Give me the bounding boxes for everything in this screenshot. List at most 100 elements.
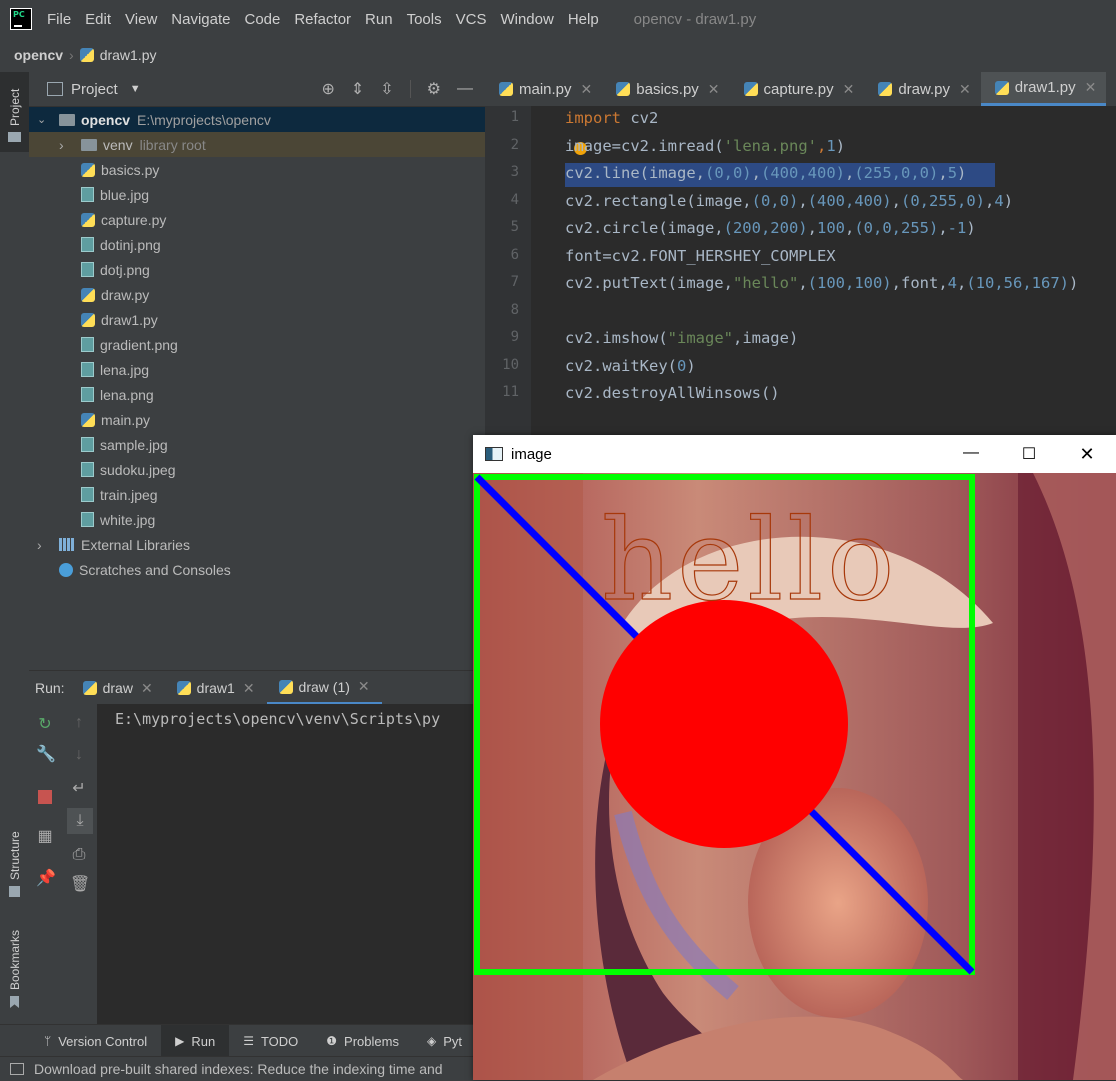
code-line: cv2.waitKey(0) bbox=[565, 357, 696, 375]
tree-file[interactable]: dotinj.png bbox=[29, 232, 485, 257]
tree-external-libraries[interactable]: › External Libraries bbox=[29, 532, 485, 557]
tree-file[interactable]: sample.jpg bbox=[29, 432, 485, 457]
chevron-right-icon[interactable]: › bbox=[59, 137, 73, 153]
minimize-icon[interactable]: — bbox=[457, 80, 473, 98]
run-console[interactable]: E:\myprojects\opencv\venv\Scripts\py bbox=[97, 704, 485, 1024]
menu-vcs[interactable]: VCS bbox=[456, 11, 487, 28]
menu-view[interactable]: View bbox=[125, 11, 157, 28]
maximize-window-icon[interactable]: ☐ bbox=[1000, 444, 1058, 465]
close-tab-icon[interactable]: ✕ bbox=[708, 81, 720, 98]
menu-edit[interactable]: Edit bbox=[85, 11, 111, 28]
tree-venv[interactable]: › venv library root bbox=[29, 132, 485, 157]
run-toolbar-right: ↑ ↓ ↵ ⤓ ⎙ 🗑 bbox=[61, 704, 98, 1024]
line-number: 10 bbox=[502, 356, 519, 373]
stop-icon[interactable] bbox=[38, 790, 52, 804]
tree-file[interactable]: sudoku.jpeg bbox=[29, 457, 485, 482]
code-token: cv2.waitKey( bbox=[565, 356, 677, 375]
code-token: (200,200) bbox=[723, 219, 808, 237]
tree-file[interactable]: basics.py bbox=[29, 157, 485, 182]
tool-window-button[interactable]: ᛘ Version Control bbox=[30, 1025, 161, 1057]
code-token: cv2.line(image, bbox=[565, 164, 705, 182]
code-token: , bbox=[845, 164, 855, 182]
chevron-right-icon[interactable]: › bbox=[37, 537, 51, 553]
tool-window-button[interactable]: ▶ Run bbox=[161, 1025, 230, 1057]
tree-root-opencv[interactable]: ⌄ opencv E:\myprojects\opencv bbox=[29, 107, 485, 132]
chevron-down-icon[interactable]: ⌄ bbox=[37, 113, 51, 126]
chevron-right-icon: › bbox=[69, 47, 74, 63]
menu-run[interactable]: Run bbox=[365, 11, 393, 28]
structure-icon bbox=[9, 886, 20, 897]
code-token: 'lena.png' bbox=[723, 136, 817, 155]
code-line: image=cv2.imread('lena.png',1) bbox=[565, 137, 845, 155]
menu-tools[interactable]: Tools bbox=[407, 11, 442, 28]
tool-window-button[interactable]: ☰ TODO bbox=[229, 1025, 312, 1057]
arrow-down-icon[interactable]: ↓ bbox=[70, 746, 88, 764]
minimize-window-icon[interactable]: — bbox=[942, 444, 1000, 465]
tree-file[interactable]: blue.jpg bbox=[29, 182, 485, 207]
tree-file[interactable]: main.py bbox=[29, 407, 485, 432]
trash-icon[interactable]: 🗑 bbox=[70, 876, 90, 894]
scroll-to-end-icon[interactable]: ⤓ bbox=[67, 808, 93, 834]
collapse-all-icon[interactable]: ⇳ bbox=[380, 79, 393, 99]
code-line: font=cv2.FONT_HERSHEY_COMPLEX bbox=[565, 247, 836, 265]
python-file-icon bbox=[79, 48, 94, 62]
tree-file[interactable]: draw.py bbox=[29, 282, 485, 307]
tree-file[interactable]: lena.jpg bbox=[29, 357, 485, 382]
arrow-up-icon[interactable]: ↑ bbox=[70, 714, 88, 732]
close-tab-icon[interactable]: ✕ bbox=[243, 680, 255, 697]
wrench-icon[interactable]: 🔧 bbox=[36, 746, 56, 764]
notification-icon[interactable] bbox=[10, 1063, 24, 1075]
close-tab-icon[interactable]: ✕ bbox=[1085, 79, 1097, 96]
menu-help[interactable]: Help bbox=[568, 11, 599, 28]
tree-file[interactable]: capture.py bbox=[29, 207, 485, 232]
tree-file[interactable]: train.jpeg bbox=[29, 482, 485, 507]
expand-all-icon[interactable]: ⇕ bbox=[351, 79, 364, 99]
pin-icon[interactable]: 📌 bbox=[36, 870, 56, 888]
editor-tab[interactable]: main.py ✕ bbox=[485, 72, 602, 106]
close-tab-icon[interactable]: ✕ bbox=[141, 680, 153, 697]
run-tab[interactable]: draw1 ✕ bbox=[165, 671, 267, 705]
tool-window-button[interactable]: ❶ Problems bbox=[312, 1025, 413, 1057]
tree-file[interactable]: lena.png bbox=[29, 382, 485, 407]
structure-stripe-label[interactable]: Structure bbox=[8, 831, 22, 880]
tree-file[interactable]: gradient.png bbox=[29, 332, 485, 357]
soft-wrap-icon[interactable]: ↵ bbox=[70, 780, 88, 798]
code-editor[interactable]: 1 2 3 4 5 6 7 8 9 10 11 import cv2 image=cv2.imread… bbox=[485, 106, 1116, 436]
editor-tab[interactable]: draw.py ✕ bbox=[864, 72, 980, 106]
rerun-icon[interactable]: ↻ bbox=[36, 716, 54, 734]
project-panel-title[interactable]: Project bbox=[71, 81, 118, 98]
close-tab-icon[interactable]: ✕ bbox=[581, 81, 593, 98]
tree-file[interactable]: draw1.py bbox=[29, 307, 485, 332]
editor-tab[interactable]: basics.py ✕ bbox=[602, 72, 729, 106]
menu-window[interactable]: Window bbox=[500, 11, 553, 28]
status-message[interactable]: Download pre-built shared indexes: Reduc… bbox=[34, 1061, 443, 1077]
close-tab-icon[interactable]: ✕ bbox=[843, 81, 855, 98]
menu-file[interactable]: File bbox=[47, 11, 71, 28]
menu-code[interactable]: Code bbox=[244, 11, 280, 28]
breadcrumb-project[interactable]: opencv bbox=[14, 47, 63, 63]
layout-icon[interactable]: ▦ bbox=[36, 828, 54, 846]
tree-file[interactable]: white.jpg bbox=[29, 507, 485, 532]
project-stripe-button[interactable]: Project bbox=[0, 72, 29, 152]
run-tab[interactable]: draw (1) ✕ bbox=[266, 671, 382, 705]
tree-file[interactable]: dotj.png bbox=[29, 257, 485, 282]
close-tab-icon[interactable]: ✕ bbox=[358, 678, 370, 695]
image-window[interactable]: image — ☐ ✕ hello bbox=[473, 435, 1116, 1080]
bookmarks-stripe-label[interactable]: Bookmarks bbox=[8, 930, 22, 990]
menu-navigate[interactable]: Navigate bbox=[171, 11, 230, 28]
close-tab-icon[interactable]: ✕ bbox=[959, 81, 971, 98]
tree-scratches[interactable]: Scratches and Consoles bbox=[29, 557, 485, 582]
python-packages-icon: ◈ bbox=[426, 1034, 437, 1048]
tool-window-button[interactable]: ◈ Pyt bbox=[413, 1025, 476, 1057]
editor-tab[interactable]: draw1.py ✕ bbox=[980, 72, 1107, 106]
image-window-titlebar[interactable]: image — ☐ ✕ bbox=[473, 435, 1116, 474]
locate-icon[interactable]: ⊕ bbox=[321, 79, 334, 99]
run-tab[interactable]: draw ✕ bbox=[71, 671, 165, 705]
chevron-down-icon[interactable]: ▼ bbox=[130, 83, 141, 95]
editor-tab[interactable]: capture.py ✕ bbox=[730, 72, 865, 106]
breadcrumb-file[interactable]: draw1.py bbox=[100, 47, 157, 63]
menu-refactor[interactable]: Refactor bbox=[294, 11, 351, 28]
close-window-icon[interactable]: ✕ bbox=[1058, 444, 1116, 465]
print-icon[interactable]: ⎙ bbox=[70, 846, 88, 864]
gear-icon[interactable]: ⚙ bbox=[427, 79, 441, 99]
